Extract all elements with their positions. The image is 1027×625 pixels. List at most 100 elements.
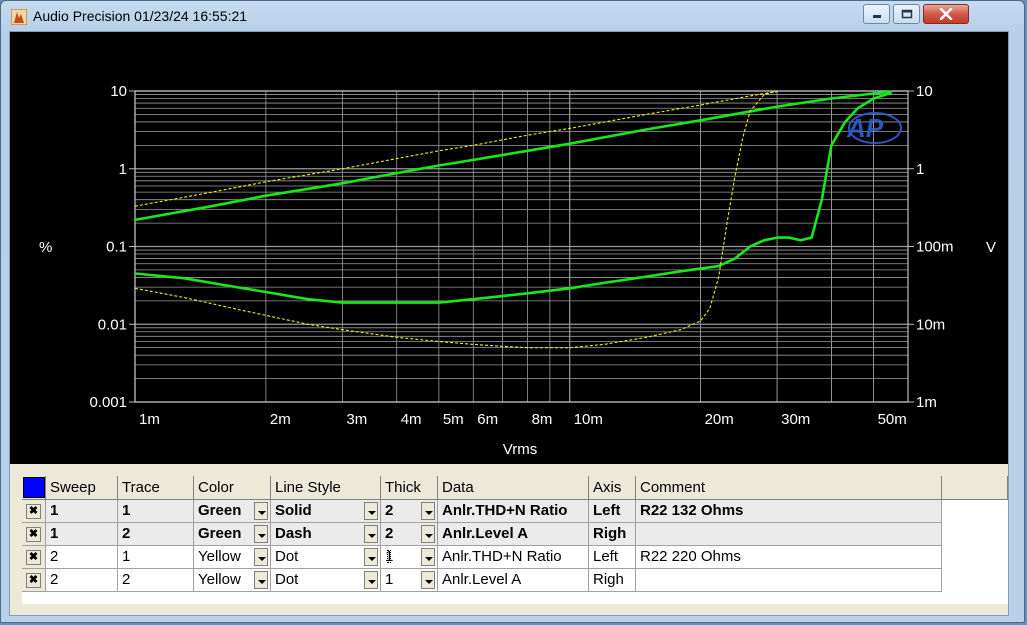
trace-line — [134, 91, 778, 207]
cell-trace[interactable]: 2 — [118, 523, 194, 546]
header-axis[interactable]: Axis — [589, 476, 636, 500]
cell-thick[interactable]: 1 — [381, 546, 438, 569]
cell-color[interactable]: Green — [194, 500, 271, 523]
cell-color[interactable]: Yellow — [194, 569, 271, 592]
cell-value: Green — [198, 502, 242, 519]
x-tick-label: 1m — [139, 411, 160, 428]
cell-data[interactable]: Anlr.Level A — [438, 523, 589, 546]
cell-value: Righ — [593, 571, 624, 588]
cell-sweep[interactable]: 1 — [46, 500, 118, 523]
header-line-style[interactable]: Line Style — [271, 476, 381, 500]
cell-line-style[interactable]: Dot — [271, 546, 381, 569]
window-title: Audio Precision 01/23/24 16:55:21 — [33, 8, 248, 24]
x-tick-label: 6m — [477, 411, 498, 428]
dropdown-arrow-icon[interactable] — [364, 502, 378, 520]
cell-value: Yellow — [198, 571, 241, 588]
graph-panel[interactable]: 1m 2m 3m 4m 5m 6m 8m 10m 20m 30m 50m 10 1 0.1 0.01 0.00… — [10, 32, 1008, 464]
delete-row-icon[interactable]: ✖ — [26, 526, 41, 542]
cell-trace[interactable]: 1 — [118, 500, 194, 523]
cell-line-style[interactable]: Dash — [271, 523, 381, 546]
cell-comment[interactable] — [636, 523, 942, 546]
header-sweep[interactable]: Sweep — [46, 476, 118, 500]
audio-precision-app-icon — [11, 9, 27, 25]
cell-value: Green — [198, 525, 242, 542]
x-tick-label: 5m — [443, 411, 464, 428]
row-delete-cell[interactable]: ✖ — [22, 523, 46, 546]
header-data[interactable]: Data — [438, 476, 589, 500]
cell-thick[interactable]: 1 — [381, 569, 438, 592]
cell-color[interactable]: Yellow — [194, 546, 271, 569]
cell-value: 1 — [385, 548, 394, 565]
cell-data[interactable]: Anlr.THD+N Ratio — [438, 546, 589, 569]
table-row[interactable]: ✖ 1 1 Green Solid 2 Anlr.THD+N Ratio Left R22 13… — [22, 500, 942, 523]
minimize-button[interactable] — [863, 4, 890, 24]
cell-trace[interactable]: 2 — [118, 569, 194, 592]
row-delete-cell[interactable]: ✖ — [22, 500, 46, 523]
header-color[interactable]: Color — [194, 476, 271, 500]
cell-value: 2 — [385, 502, 394, 519]
row-delete-cell[interactable]: ✖ — [22, 546, 46, 569]
table-row[interactable]: ✖ 2 2 Yellow Dot 1 Anlr.Level A Righ — [22, 569, 942, 592]
cell-axis[interactable]: Left — [589, 500, 636, 523]
cell-thick[interactable]: 2 — [381, 523, 438, 546]
dropdown-arrow-icon[interactable] — [364, 548, 378, 566]
cell-data[interactable]: Anlr.THD+N Ratio — [438, 500, 589, 523]
delete-row-icon[interactable]: ✖ — [26, 503, 41, 519]
cell-sweep[interactable]: 2 — [46, 569, 118, 592]
cell-sweep[interactable]: 1 — [46, 523, 118, 546]
cell-value: Dash — [275, 525, 312, 542]
cell-value: 1 — [122, 548, 131, 565]
dropdown-arrow-icon[interactable] — [254, 548, 268, 566]
x-axis-label: Vrms — [503, 441, 537, 458]
cell-value: Anlr.THD+N Ratio — [442, 548, 562, 565]
cell-sweep[interactable]: 2 — [46, 546, 118, 569]
dropdown-arrow-icon[interactable] — [421, 502, 435, 520]
header-comment[interactable]: Comment — [636, 476, 942, 500]
cell-comment[interactable] — [636, 569, 942, 592]
dropdown-arrow-icon[interactable] — [421, 525, 435, 543]
y-axis-label-left: % — [39, 239, 52, 256]
thd-level-chart: 1m 2m 3m 4m 5m 6m 8m 10m 20m 30m 50m 10 1 0.1 0.01 0.00… — [39, 83, 996, 458]
cell-axis[interactable]: Righ — [589, 569, 636, 592]
x-tick-label: 10m — [574, 411, 603, 428]
header-select-all[interactable] — [22, 476, 46, 500]
cell-axis[interactable]: Righ — [589, 523, 636, 546]
dropdown-arrow-icon[interactable] — [421, 548, 435, 566]
dropdown-arrow-icon[interactable] — [421, 571, 435, 589]
dropdown-arrow-icon[interactable] — [254, 525, 268, 543]
cell-line-style[interactable]: Solid — [271, 500, 381, 523]
y-tick-label-right: 1 — [916, 161, 924, 178]
cell-value: Left — [593, 502, 621, 519]
x-tick-label: 4m — [401, 411, 422, 428]
x-tick-label: 8m — [532, 411, 553, 428]
title-bar[interactable]: Audio Precision 01/23/24 16:55:21 — [1, 1, 1024, 31]
header-trace[interactable]: Trace — [118, 476, 194, 500]
dropdown-arrow-icon[interactable] — [364, 525, 378, 543]
dropdown-arrow-icon[interactable] — [254, 571, 268, 589]
cell-comment[interactable]: R22 132 Ohms — [636, 500, 942, 523]
select-all-square[interactable] — [23, 477, 45, 498]
close-button[interactable] — [923, 4, 969, 24]
row-delete-cell[interactable]: ✖ — [22, 569, 46, 592]
cell-value: Anlr.THD+N Ratio — [442, 502, 568, 519]
cell-data[interactable]: Anlr.Level A — [438, 569, 589, 592]
cell-value: Yellow — [198, 548, 241, 565]
y-tick-label-left: 1 — [119, 161, 127, 178]
delete-row-icon[interactable]: ✖ — [26, 549, 41, 565]
cell-value: 2 — [122, 525, 131, 542]
table-row[interactable]: ✖ 1 2 Green Dash 2 Anlr.Level A Righ — [22, 523, 942, 546]
dropdown-arrow-icon[interactable] — [254, 502, 268, 520]
cell-thick[interactable]: 2 — [381, 500, 438, 523]
header-thick[interactable]: Thick — [381, 476, 438, 500]
cell-line-style[interactable]: Dot — [271, 569, 381, 592]
cell-comment[interactable]: R22 220 Ohms — [636, 546, 942, 569]
dropdown-arrow-icon[interactable] — [364, 571, 378, 589]
cell-color[interactable]: Green — [194, 523, 271, 546]
delete-row-icon[interactable]: ✖ — [26, 572, 41, 588]
maximize-button[interactable] — [893, 4, 920, 24]
table-row[interactable]: ✖ 2 1 Yellow Dot 1 Anlr.THD+N Ratio Left R22 220… — [22, 546, 942, 569]
y-tick-label-left: 0.1 — [106, 239, 127, 256]
cell-axis[interactable]: Left — [589, 546, 636, 569]
cell-value: Anlr.Level A — [442, 571, 522, 588]
cell-trace[interactable]: 1 — [118, 546, 194, 569]
